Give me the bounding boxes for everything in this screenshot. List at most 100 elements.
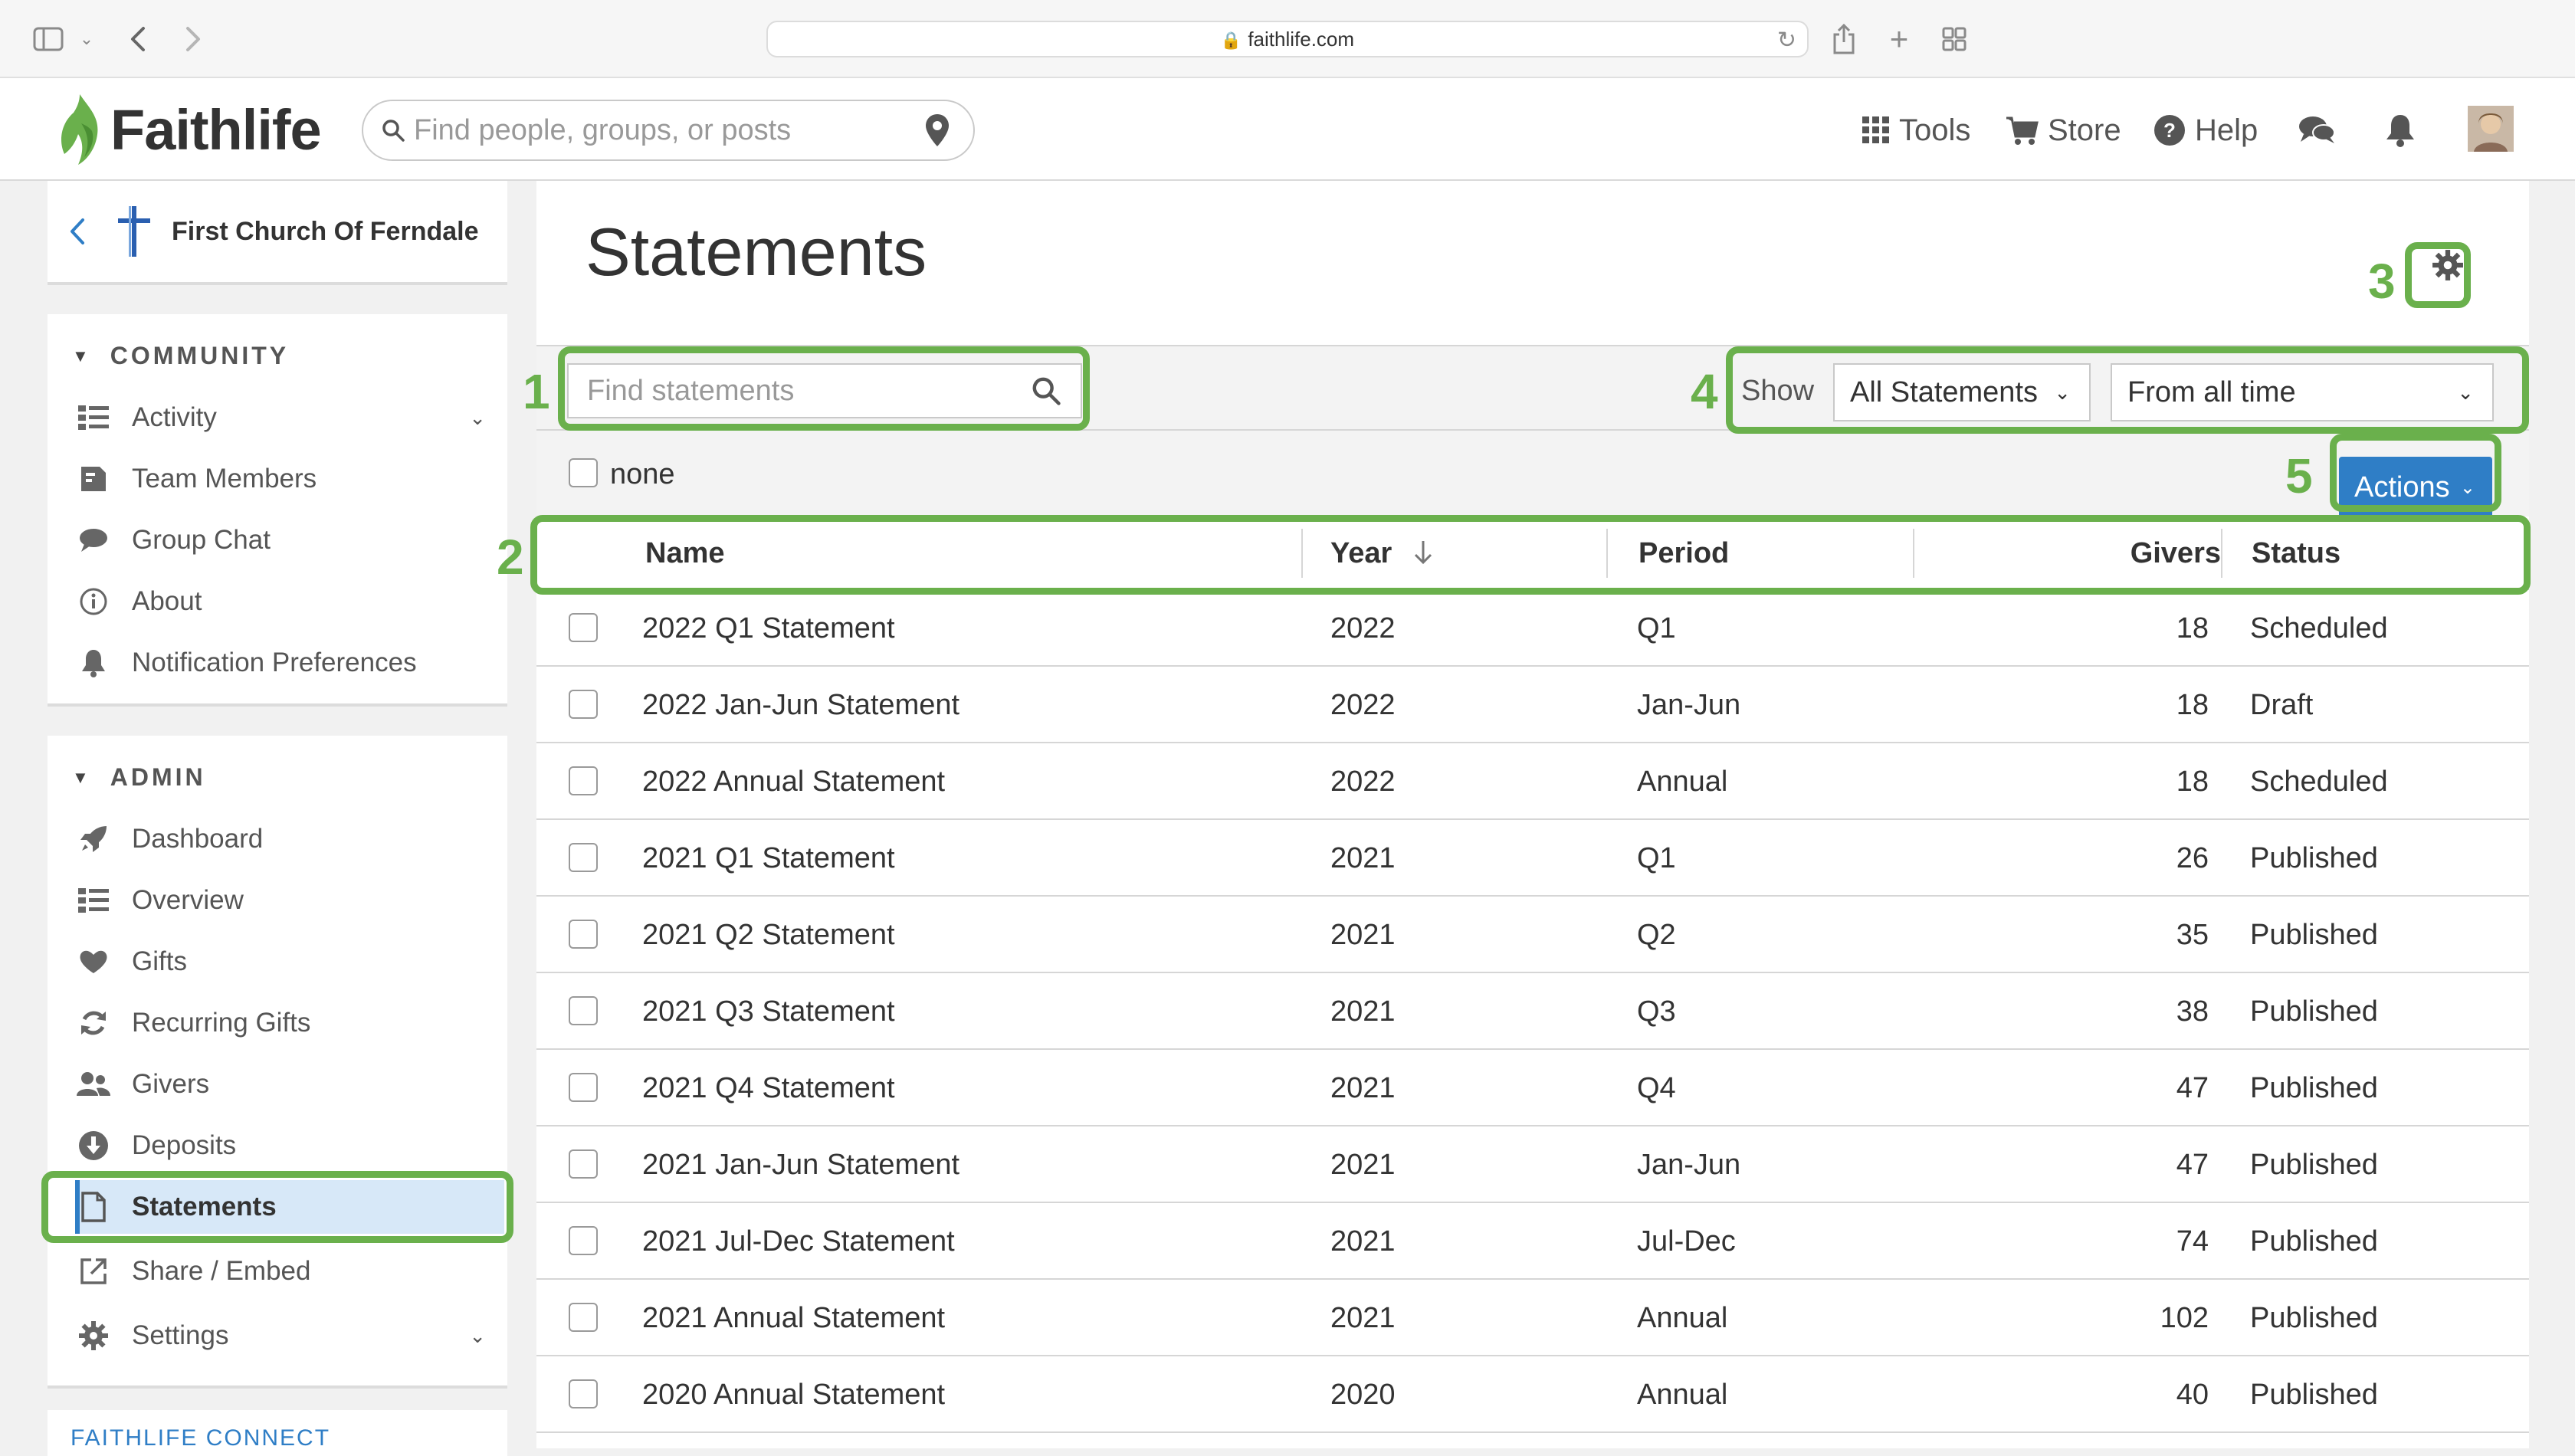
- sidebar-item-team-members[interactable]: Team Members: [75, 452, 504, 506]
- connect-heading[interactable]: FAITHLIFE CONNECT: [71, 1425, 330, 1451]
- statement-name[interactable]: 2022 Annual Statement: [642, 743, 945, 820]
- statement-givers: 47: [2176, 1072, 2209, 1104]
- sidebar-item-about[interactable]: About: [75, 575, 504, 628]
- row-checkbox[interactable]: [569, 1226, 598, 1255]
- back-icon[interactable]: [123, 21, 153, 57]
- table-row[interactable]: 2021 Q3 Statement 2021 Q3 38 Published: [536, 973, 2529, 1050]
- store-link[interactable]: Store: [2005, 107, 2121, 153]
- user-avatar[interactable]: [2468, 106, 2514, 152]
- statement-name[interactable]: 2021 Q4 Statement: [642, 1050, 895, 1126]
- sidebar-item-statements[interactable]: Statements: [75, 1180, 504, 1234]
- faithlife-logo[interactable]: Faithlife: [57, 87, 322, 172]
- sidebar-item-gifts[interactable]: Gifts: [75, 935, 504, 989]
- search-icon: [382, 120, 405, 142]
- admin-section-toggle[interactable]: ▼ ADMIN: [72, 763, 206, 792]
- community-section-toggle[interactable]: ▼ COMMUNITY: [72, 342, 289, 370]
- sidebar-item-share-embed[interactable]: Share / Embed: [75, 1244, 504, 1298]
- new-tab-icon[interactable]: +: [1884, 21, 1914, 57]
- statement-name[interactable]: 2021 Q3 Statement: [642, 973, 895, 1050]
- row-checkbox[interactable]: [569, 690, 598, 719]
- table-row[interactable]: 2021 Jan-Jun Statement 2021 Jan-Jun 47 Publi…: [536, 1126, 2529, 1203]
- global-search-box[interactable]: [362, 100, 975, 161]
- chevron-down-icon[interactable]: ⌄: [469, 1324, 486, 1348]
- statement-name[interactable]: 2020 Annual Statement: [642, 1356, 945, 1433]
- sidebar-item-activity[interactable]: Activity ⌄: [75, 391, 504, 444]
- table-row[interactable]: 2022 Annual Statement 2022 Annual 18 Schedul…: [536, 743, 2529, 820]
- chevron-down-icon[interactable]: ⌄: [469, 406, 486, 430]
- statement-status-select[interactable]: All Statements ⌄: [1833, 363, 2091, 421]
- column-divider: [2221, 529, 2222, 578]
- sidebar-item-notification-preferences[interactable]: Notification Preferences: [75, 636, 504, 690]
- row-checkbox[interactable]: [569, 766, 598, 795]
- table-row[interactable]: 2021 Q2 Statement 2021 Q2 35 Published: [536, 897, 2529, 973]
- statement-name[interactable]: 2021 Jul-Dec Statement: [642, 1203, 955, 1280]
- row-checkbox[interactable]: [569, 1149, 598, 1179]
- back-chevron-icon[interactable]: [69, 218, 86, 245]
- find-statements-box[interactable]: [567, 363, 1082, 418]
- tools-menu[interactable]: Tools: [1862, 107, 1970, 153]
- statement-givers: 18: [2176, 689, 2209, 721]
- statement-name[interactable]: 2021 Q2 Statement: [642, 897, 895, 973]
- table-row[interactable]: 2022 Jan-Jun Statement 2022 Jan-Jun 18 Draft: [536, 667, 2529, 743]
- statement-givers: 47: [2176, 1149, 2209, 1181]
- column-header-name[interactable]: Name: [645, 516, 725, 590]
- tab-overview-icon[interactable]: [1939, 21, 1970, 57]
- settings-gear-button[interactable]: [2429, 247, 2466, 284]
- row-checkbox[interactable]: [569, 613, 598, 642]
- row-checkbox[interactable]: [569, 1379, 598, 1408]
- statement-givers: 26: [2176, 842, 2209, 874]
- sidebar-toggle-icon[interactable]: [29, 21, 67, 57]
- reload-icon[interactable]: ↻: [1777, 27, 1796, 54]
- find-statements-input[interactable]: [586, 373, 1015, 408]
- address-bar[interactable]: 🔒 faithlife.com ↻: [766, 21, 1809, 57]
- help-link[interactable]: ? Help: [2153, 107, 2258, 153]
- share-icon[interactable]: [1829, 21, 1859, 57]
- row-checkbox[interactable]: [569, 996, 598, 1025]
- location-pin-icon[interactable]: [924, 113, 950, 148]
- select-none-label[interactable]: none: [610, 458, 675, 491]
- search-icon[interactable]: [1032, 376, 1061, 405]
- row-checkbox[interactable]: [569, 1073, 598, 1102]
- table-row[interactable]: 2021 Jul-Dec Statement 2021 Jul-Dec 74 Publi…: [536, 1203, 2529, 1280]
- statement-name[interactable]: 2021 Q1 Statement: [642, 820, 895, 897]
- column-header-period[interactable]: Period: [1638, 516, 1729, 590]
- statement-givers: 40: [2176, 1379, 2209, 1411]
- column-header-status[interactable]: Status: [2252, 516, 2340, 590]
- sidebar-item-settings[interactable]: Settings ⌄: [75, 1309, 504, 1363]
- statement-name[interactable]: 2022 Q1 Statement: [642, 590, 895, 667]
- notifications-button[interactable]: [2385, 107, 2416, 153]
- statement-name[interactable]: 2022 Jan-Jun Statement: [642, 667, 959, 743]
- callout-number-1: 1: [523, 364, 550, 419]
- column-header-givers[interactable]: Givers: [1916, 516, 2221, 590]
- sidebar-item-overview[interactable]: Overview: [75, 874, 504, 927]
- select-all-checkbox[interactable]: [569, 458, 598, 487]
- statement-givers: 74: [2176, 1225, 2209, 1258]
- messages-button[interactable]: [2298, 107, 2336, 153]
- sidebar-item-label: Settings: [132, 1320, 229, 1350]
- actions-button[interactable]: Actions ⌄: [2339, 457, 2492, 518]
- sidebar-menu-chevron-icon[interactable]: ⌄: [75, 21, 98, 57]
- statement-period: Q1: [1637, 612, 1676, 644]
- statement-status: Published: [2250, 1302, 2378, 1334]
- forward-icon[interactable]: [178, 21, 208, 57]
- table-row[interactable]: 2021 Annual Statement 2021 Annual 102 Publis…: [536, 1280, 2529, 1356]
- global-search-input[interactable]: [412, 113, 872, 148]
- sidebar-item-givers[interactable]: Givers: [75, 1058, 504, 1111]
- sidebar-item-dashboard[interactable]: Dashboard: [75, 812, 504, 866]
- table-row[interactable]: 2021 Q1 Statement 2021 Q1 26 Published: [536, 820, 2529, 897]
- statement-status: Published: [2250, 1149, 2378, 1181]
- sidebar-item-deposits[interactable]: Deposits: [75, 1119, 504, 1172]
- table-row[interactable]: 2021 Q4 Statement 2021 Q4 47 Published: [536, 1050, 2529, 1126]
- column-divider: [1913, 529, 1914, 578]
- time-range-select[interactable]: From all time ⌄: [2111, 363, 2494, 421]
- table-row[interactable]: 2022 Q1 Statement 2022 Q1 18 Scheduled: [536, 590, 2529, 667]
- sidebar-item-recurring-gifts[interactable]: Recurring Gifts: [75, 996, 504, 1050]
- row-checkbox[interactable]: [569, 1303, 598, 1332]
- column-header-year[interactable]: Year: [1330, 516, 1434, 590]
- statement-name[interactable]: 2021 Jan-Jun Statement: [642, 1126, 959, 1203]
- table-row[interactable]: 2020 Annual Statement 2020 Annual 40 Publish…: [536, 1356, 2529, 1433]
- row-checkbox[interactable]: [569, 920, 598, 949]
- sidebar-item-group-chat[interactable]: Group Chat: [75, 513, 504, 567]
- statement-name[interactable]: 2021 Annual Statement: [642, 1280, 945, 1356]
- row-checkbox[interactable]: [569, 843, 598, 872]
